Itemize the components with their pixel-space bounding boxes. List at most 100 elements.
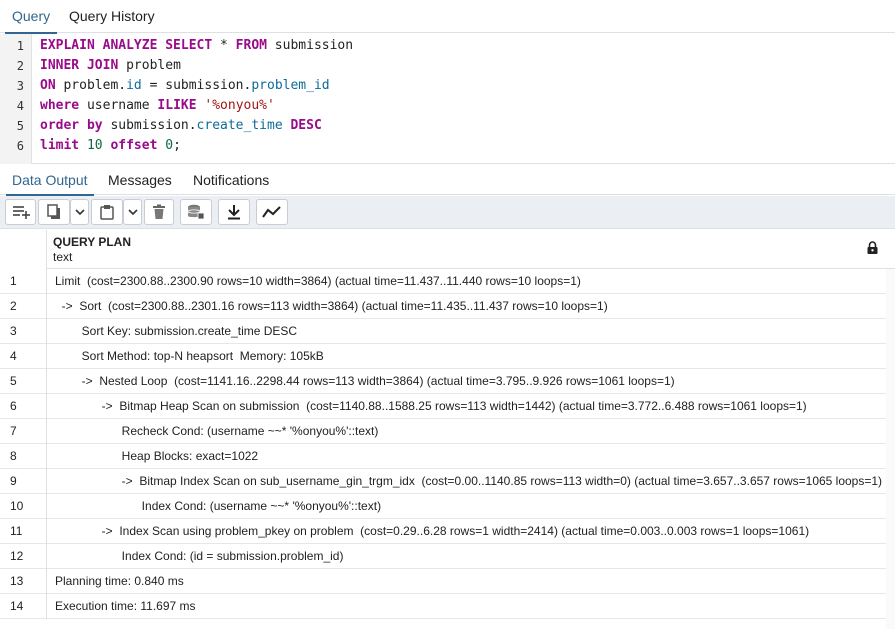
graph-icon (262, 205, 282, 219)
paste-options-dropdown[interactable] (123, 199, 142, 225)
code-line[interactable]: 2 INNER JOIN problem (0, 56, 895, 76)
query-plan-cell[interactable]: Planning time: 0.840 ms (48, 569, 886, 594)
code-token: 0 (165, 138, 174, 153)
code-token: ILIKE (157, 98, 197, 113)
code-line[interactable]: 3 ON problem.id = submission.problem_id (0, 76, 895, 96)
code-token: problem. (55, 78, 127, 93)
row-number[interactable]: 12 (0, 544, 47, 569)
output-tabs: Data Output Messages Notifications (0, 165, 895, 196)
paste-button[interactable] (91, 199, 123, 225)
code-token: limit (40, 138, 80, 153)
save-data-button[interactable] (180, 199, 212, 225)
sql-editor[interactable]: 1 EXPLAIN ANALYZE SELECT * FROM submissio… (0, 34, 895, 164)
code-token: '%onyou%' (204, 98, 275, 113)
query-plan-cell[interactable]: -> Bitmap Index Scan on sub_username_gin… (48, 469, 886, 494)
row-number[interactable]: 8 (0, 444, 47, 469)
copy-button[interactable] (38, 199, 70, 225)
query-tabs: Query Query History (0, 0, 895, 34)
row-number[interactable]: 4 (0, 344, 47, 369)
row-number[interactable]: 9 (0, 469, 47, 494)
row-number[interactable]: 10 (0, 494, 47, 519)
row-number[interactable]: 14 (0, 594, 47, 619)
table-row[interactable]: 3 Sort Key: submission.create_time DESC (0, 319, 886, 344)
table-row[interactable]: 2 -> Sort (cost=2300.88..2301.16 rows=11… (0, 294, 886, 319)
query-plan-cell[interactable]: Execution time: 11.697 ms (48, 594, 886, 619)
table-row[interactable]: 14 Execution time: 11.697 ms (0, 594, 886, 619)
code-line[interactable]: 5 order by submission.create_time DESC (0, 116, 895, 136)
code-token: INNER JOIN (40, 58, 119, 73)
chevron-down-icon (74, 208, 85, 216)
download-button[interactable] (218, 199, 250, 225)
table-row[interactable]: 1 Limit (cost=2300.88..2300.90 rows=10 wi… (0, 269, 886, 294)
row-number[interactable]: 2 (0, 294, 47, 319)
query-plan-cell[interactable]: -> Index Scan using problem_pkey on prob… (48, 519, 886, 544)
tab-notifications[interactable]: Notifications (193, 165, 269, 195)
line-number: 4 (16, 99, 24, 113)
tab-data-output[interactable]: Data Output (6, 165, 93, 196)
row-number[interactable]: 5 (0, 369, 47, 394)
results-grid: QUERY PLAN text 1 Limit (cost=2300.88..23… (0, 230, 895, 629)
table-row[interactable]: 9 -> Bitmap Index Scan on sub_username_g… (0, 469, 886, 494)
query-plan-cell[interactable]: -> Nested Loop (cost=1141.16..2298.44 ro… (48, 369, 886, 394)
table-row[interactable]: 10 Index Cond: (username ~~* '%onyou%'::… (0, 494, 886, 519)
code-token: order by (40, 118, 103, 133)
tab-query-history[interactable]: Query History (69, 0, 155, 33)
query-plan-cell[interactable]: Limit (cost=2300.88..2300.90 rows=10 wid… (48, 269, 886, 294)
query-plan-cell[interactable]: Sort Key: submission.create_time DESC (48, 319, 886, 344)
query-plan-cell[interactable]: Recheck Cond: (username ~~* '%onyou%'::t… (48, 419, 886, 444)
code-text: INNER JOIN problem (40, 56, 181, 76)
table-row[interactable]: 13 Planning time: 0.840 ms (0, 569, 886, 594)
grid-corner-cell[interactable] (0, 230, 47, 269)
row-number[interactable]: 1 (0, 269, 47, 294)
add-row-button[interactable] (5, 199, 36, 225)
code-token: ; (173, 138, 181, 153)
column-name[interactable]: QUERY PLAN (53, 235, 131, 249)
code-token: where (40, 98, 80, 113)
table-row[interactable]: 11 -> Index Scan using problem_pkey on p… (0, 519, 886, 544)
code-token: EXPLAIN ANALYZE SELECT (40, 38, 213, 53)
code-token: problem_id (251, 78, 330, 93)
query-plan-cell[interactable]: Index Cond: (id = submission.problem_id) (48, 544, 886, 569)
grid-header: QUERY PLAN text (0, 230, 895, 269)
line-number: 3 (16, 79, 24, 93)
code-token: FROM (235, 38, 267, 53)
query-plan-cell[interactable]: Heap Blocks: exact=1022 (48, 444, 886, 469)
delete-button[interactable] (144, 199, 174, 225)
tab-messages[interactable]: Messages (108, 165, 172, 195)
row-number[interactable]: 13 (0, 569, 47, 594)
row-number[interactable]: 6 (0, 394, 47, 419)
row-number[interactable]: 7 (0, 419, 47, 444)
graph-visualiser-button[interactable] (256, 199, 288, 225)
code-line[interactable]: 1 EXPLAIN ANALYZE SELECT * FROM submissio… (0, 36, 895, 56)
code-text: order by submission.create_time DESC (40, 116, 322, 136)
query-plan-cell[interactable]: Index Cond: (username ~~* '%onyou%'::tex… (48, 494, 886, 519)
table-row[interactable]: 5 -> Nested Loop (cost=1141.16..2298.44 … (0, 369, 886, 394)
chevron-down-icon (127, 208, 138, 216)
table-row[interactable]: 4 Sort Method: top-N heapsort Memory: 10… (0, 344, 886, 369)
tab-query[interactable]: Query (4, 0, 58, 34)
copy-icon (46, 204, 62, 220)
paste-icon (99, 204, 115, 220)
code-token: ON (40, 78, 56, 93)
query-plan-cell[interactable]: Sort Method: top-N heapsort Memory: 105k… (48, 344, 886, 369)
vertical-scrollbar[interactable] (886, 269, 895, 629)
line-number: 1 (16, 39, 24, 53)
query-plan-cell[interactable]: -> Bitmap Heap Scan on submission (cost=… (48, 394, 886, 419)
code-line[interactable]: 6 limit 10 offset 0; (0, 136, 895, 156)
table-row[interactable]: 7 Recheck Cond: (username ~~* '%onyou%':… (0, 419, 886, 444)
download-icon (226, 204, 242, 220)
table-row[interactable]: 6 -> Bitmap Heap Scan on submission (cos… (0, 394, 886, 419)
code-line[interactable]: 4 where username ILIKE '%onyou%' (0, 96, 895, 116)
table-row[interactable]: 12 Index Cond: (id = submission.problem_… (0, 544, 886, 569)
code-token: username (79, 98, 158, 113)
row-number[interactable]: 3 (0, 319, 47, 344)
code-text: EXPLAIN ANALYZE SELECT * FROM submission (40, 36, 353, 56)
code-token: * (212, 38, 236, 53)
code-text: ON problem.id = submission.problem_id (40, 76, 330, 96)
copy-options-dropdown[interactable] (70, 199, 89, 225)
code-token: DESC (290, 118, 322, 133)
table-row[interactable]: 8 Heap Blocks: exact=1022 (0, 444, 886, 469)
query-plan-cell[interactable]: -> Sort (cost=2300.88..2301.16 rows=113 … (48, 294, 886, 319)
row-number[interactable]: 11 (0, 519, 47, 544)
